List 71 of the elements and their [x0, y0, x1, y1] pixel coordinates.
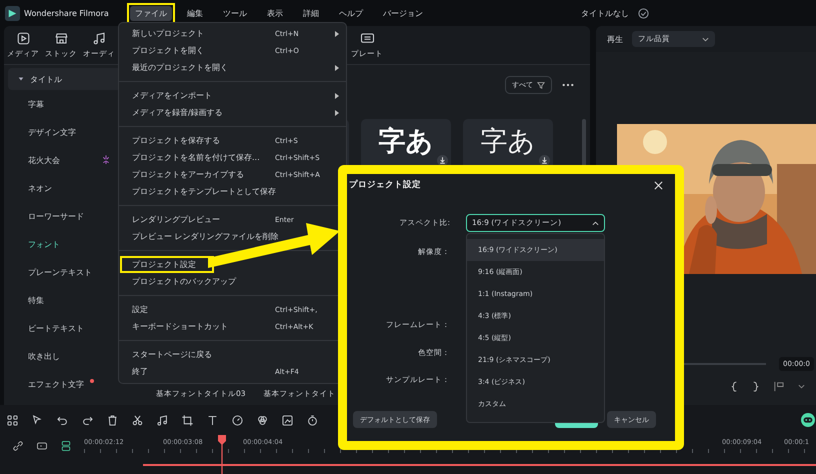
swap-icon[interactable]	[36, 440, 48, 452]
menu-item[interactable]: プロジェクトを保存する	[120, 132, 226, 149]
text-icon[interactable]	[206, 414, 219, 426]
player-label: 再生	[607, 34, 623, 44]
caret-icon	[18, 76, 24, 82]
robot-icon[interactable]	[801, 413, 815, 427]
speed-icon[interactable]	[231, 414, 244, 426]
close-icon[interactable]	[654, 180, 663, 190]
menu-item[interactable]: キーボードショートカット	[120, 318, 234, 335]
category-item[interactable]: プレーンテキスト	[28, 266, 92, 278]
menu-item[interactable]: プロジェクトをアーカイブする	[120, 166, 250, 183]
menu-item[interactable]: 詳細	[294, 2, 327, 24]
card-glyph: 字あ	[378, 125, 434, 159]
menu-item[interactable]: 新しいプロジェクト	[120, 25, 210, 42]
menu-item[interactable]: 最近のプロジェクトを開く	[120, 59, 234, 76]
category-item[interactable]: 花火大会	[28, 154, 60, 166]
store-icon	[54, 31, 68, 46]
category-item[interactable]: 特集	[28, 294, 44, 306]
menu-item[interactable]: バージョン	[374, 2, 431, 24]
menu-item[interactable]: 終了	[120, 363, 154, 380]
marker-icon[interactable]	[773, 380, 784, 392]
menu-item[interactable]: メディアをインポート	[120, 87, 218, 104]
pointer-icon[interactable]	[31, 414, 44, 426]
scissors-icon[interactable]	[131, 414, 144, 426]
left-brace-icon[interactable]	[731, 380, 738, 392]
category-item[interactable]: 吹き出し	[28, 350, 60, 362]
chevron-icon	[592, 220, 599, 226]
menu-item[interactable]: ヘルプ	[330, 2, 371, 24]
menu-item[interactable]: メディアを録音/録画する	[120, 104, 229, 121]
circles-icon[interactable]	[256, 414, 269, 426]
timer-icon[interactable]	[306, 414, 319, 426]
playhead[interactable]	[217, 435, 227, 474]
menu-item[interactable]: プロジェクトのバックアップ	[120, 273, 242, 290]
menu-item[interactable]: プロジェクト設定	[120, 256, 214, 273]
music-note-icon[interactable]	[156, 414, 169, 426]
menu-item[interactable]: ツール	[214, 2, 255, 24]
check-circle-icon	[638, 8, 649, 18]
play-square-icon	[16, 31, 30, 46]
category-item[interactable]: フォント	[28, 238, 60, 250]
grid-icon[interactable]	[6, 414, 19, 426]
menu-item[interactable]: スタートページに戻る	[120, 346, 218, 363]
app-name: Wondershare Filmora	[24, 8, 109, 18]
more-icon[interactable]	[562, 83, 574, 87]
right-brace-icon[interactable]	[752, 380, 759, 392]
linked-clips-icon[interactable]	[60, 440, 72, 452]
menu-item[interactable]: プレビュー レンダリングファイルを削除	[120, 228, 285, 245]
category-item[interactable]: エフェクト文字	[28, 378, 84, 390]
category-item[interactable]: ローワーサード	[28, 210, 84, 222]
category-item[interactable]: ネオン	[28, 182, 52, 194]
filter-icon	[537, 81, 545, 89]
crop-icon[interactable]	[181, 414, 194, 426]
menu-item[interactable]: プロジェクトをテンプレートとして保存	[120, 183, 282, 200]
card-glyph: 字あ	[480, 125, 536, 159]
monitor-icon	[360, 31, 374, 46]
category-item[interactable]: ビートテキスト	[28, 322, 84, 334]
menu-item[interactable]: 編集	[178, 2, 211, 24]
menu-item[interactable]: プロジェクトを開く	[120, 42, 210, 59]
category-item[interactable]: 字幕	[28, 98, 44, 110]
trash-icon[interactable]	[106, 414, 119, 426]
menu-item[interactable]: 設定	[120, 301, 154, 318]
caret-icon[interactable]	[798, 384, 805, 388]
chevron-down-icon	[702, 36, 709, 42]
app-logo-icon	[5, 6, 20, 20]
menu-item[interactable]: プロジェクトを名前を付けて保存...	[120, 149, 266, 166]
menu-item[interactable]: 表示	[258, 2, 291, 24]
category-item[interactable]: デザイン文字	[28, 126, 76, 138]
link-icon[interactable]	[12, 440, 24, 452]
music-note-icon	[92, 31, 106, 46]
menu-item[interactable]: レンダリングプレビュー	[120, 211, 226, 228]
image-edit-icon[interactable]	[281, 414, 294, 426]
project-title: タイトルなし	[581, 8, 629, 18]
